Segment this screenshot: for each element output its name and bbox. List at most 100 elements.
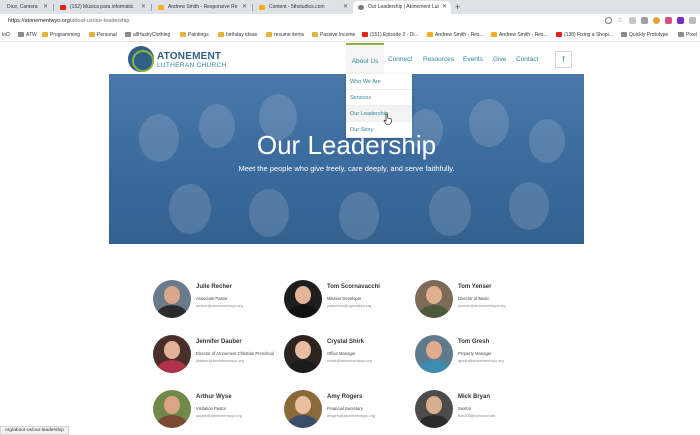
browser-status-bar: org/about-us/our-leadership bbox=[0, 426, 69, 435]
logo-subtitle: LUTHERAN CHURCH bbox=[157, 62, 227, 69]
nav-about-us[interactable]: About Us bbox=[346, 43, 384, 75]
browser-tab-active[interactable]: Our Leadership | Atonement Lut ✕ bbox=[353, 1, 451, 14]
url-path: /about-us/our-leadership bbox=[69, 18, 130, 24]
bookmark-label: Andrew Smith - Res... bbox=[499, 32, 548, 38]
bookmark-label: Personal bbox=[97, 32, 117, 38]
team-member[interactable]: Mick Bryan Sexton bob205@comcast.net bbox=[415, 390, 535, 430]
folder-icon bbox=[266, 32, 272, 37]
close-icon[interactable]: ✕ bbox=[343, 1, 348, 14]
member-email[interactable]: arogers@atonementwyo.org bbox=[327, 414, 375, 418]
bookmark-label: loO bbox=[2, 32, 10, 38]
nav-events[interactable]: Events bbox=[463, 56, 483, 63]
hand-cursor-icon bbox=[383, 113, 392, 125]
bookmark-label: ATW bbox=[26, 32, 37, 38]
menu-item-who-we-are[interactable]: Who We Are bbox=[346, 74, 412, 90]
nav-contact[interactable]: Contact bbox=[516, 56, 538, 63]
close-icon[interactable]: ✕ bbox=[43, 1, 48, 14]
extension-icon[interactable] bbox=[689, 17, 696, 24]
member-role: Director of Music bbox=[458, 296, 490, 301]
member-name: Tom Scornavacchi bbox=[327, 284, 380, 290]
extension-icon[interactable] bbox=[629, 17, 636, 24]
close-icon[interactable]: ✕ bbox=[141, 1, 146, 14]
team-member[interactable]: Crystal Shirk Office Manager cshirk@aton… bbox=[284, 335, 404, 375]
bookmark-item[interactable]: (151) Episode 2 - Di... bbox=[362, 28, 419, 42]
nav-resources[interactable]: Resources bbox=[423, 56, 454, 63]
bookmark-label: Programming bbox=[50, 32, 81, 38]
bookmark-folder[interactable]: Passive Income bbox=[312, 28, 355, 42]
facebook-icon[interactable]: f bbox=[555, 51, 572, 68]
member-email[interactable]: bob205@comcast.net bbox=[458, 414, 495, 418]
url-host: https://atonementwyo.org bbox=[8, 18, 70, 24]
search-icon[interactable] bbox=[605, 17, 612, 24]
team-member[interactable]: Arthur Wyse Visitation Pastor awyse@aton… bbox=[153, 390, 273, 430]
member-name: Tom Yenser bbox=[458, 284, 492, 290]
tab-label: Dice, Camera bbox=[7, 4, 38, 10]
menu-item-our-story[interactable]: Our Story bbox=[346, 122, 412, 138]
member-name: Tom Gresh bbox=[458, 339, 490, 345]
browser-tab[interactable]: (152) Música para informátic ✕ bbox=[55, 1, 150, 14]
nav-connect[interactable]: Connect bbox=[388, 56, 412, 63]
member-name: Crystal Shirk bbox=[327, 339, 365, 345]
menu-item-our-leadership[interactable]: Our Leadership bbox=[346, 106, 412, 122]
avatar bbox=[284, 335, 322, 373]
extension-icon[interactable] bbox=[653, 17, 660, 24]
url-text[interactable]: https://atonementwyo.org/about-us/our-le… bbox=[8, 14, 129, 28]
cross-emblem-icon bbox=[128, 46, 154, 72]
team-member[interactable]: Tom Yenser Director of Music tyenser@ato… bbox=[415, 280, 535, 320]
member-email[interactable]: tgresh@atonementwyo.org bbox=[458, 359, 504, 363]
member-email[interactable]: pastortom@cgministry.org bbox=[327, 304, 371, 308]
member-email[interactable]: jdauber@atonementwyo.org bbox=[196, 359, 244, 363]
address-bar[interactable]: https://atonementwyo.org/about-us/our-le… bbox=[0, 14, 700, 28]
browser-tab[interactable]: Andrew Smith - Responsive Re ✕ bbox=[153, 1, 251, 14]
member-email[interactable]: jrecher@atonementwyo.org bbox=[196, 304, 243, 308]
youtube-icon bbox=[362, 32, 368, 37]
folder-icon bbox=[42, 32, 48, 37]
member-email[interactable]: tyenser@atonementwyo.org bbox=[458, 304, 506, 308]
close-icon[interactable]: ✕ bbox=[242, 1, 247, 14]
folder-icon bbox=[180, 32, 186, 37]
tab-label: (152) Música para informátic bbox=[70, 4, 134, 10]
star-icon[interactable]: ☆ bbox=[617, 17, 624, 24]
bookmark-label: (151) Episode 2 - Di... bbox=[370, 32, 419, 38]
team-member[interactable]: Jennifer Dauber Director of Atonement Ch… bbox=[153, 335, 274, 375]
bookmark-item[interactable]: ATW bbox=[18, 28, 37, 42]
extension-icon[interactable] bbox=[665, 17, 672, 24]
team-member[interactable]: Amy Rogers Financial Secretary arogers@a… bbox=[284, 390, 404, 430]
member-name: Jennifer Dauber bbox=[196, 339, 242, 345]
bookmark-item[interactable]: Quickly Prototype bbox=[621, 28, 668, 42]
bookmark-label: resume items bbox=[274, 32, 305, 38]
folder-icon bbox=[218, 32, 224, 37]
team-member[interactable]: Tom Scornavacchi Mission Developer pasto… bbox=[284, 280, 404, 320]
youtube-icon bbox=[60, 5, 66, 10]
bookmark-folder[interactable]: resume items bbox=[266, 28, 304, 42]
youtube-icon bbox=[556, 32, 562, 37]
bookmark-item[interactable]: (138) Fixing a Shopi... bbox=[556, 28, 613, 42]
member-role: Property Manager bbox=[458, 351, 492, 356]
extension-icon[interactable] bbox=[641, 17, 648, 24]
close-icon[interactable]: ✕ bbox=[442, 1, 447, 14]
member-email[interactable]: cshirk@atonementwyo.org bbox=[327, 359, 372, 363]
bookmark-folder[interactable]: Programming bbox=[42, 28, 80, 42]
logo-title: ATONEMENT bbox=[157, 51, 222, 62]
bookmark-item[interactable]: Pixel bbox=[678, 28, 697, 42]
member-email[interactable]: awyse@atonementwyo.org bbox=[196, 414, 242, 418]
bookmark-item[interactable]: Andrew Smith - Res... bbox=[427, 28, 484, 42]
member-name: Julie Recher bbox=[196, 284, 232, 290]
bookmark-item[interactable]: Andrew Smith - Res... bbox=[491, 28, 548, 42]
browser-tab[interactable]: Dice, Camera ✕ bbox=[0, 1, 52, 14]
bookmark-item[interactable]: allHuskyClothing bbox=[125, 28, 170, 42]
team-member[interactable]: Tom Gresh Property Manager tgresh@atonem… bbox=[415, 335, 535, 375]
bookmark-folder[interactable]: Paintings bbox=[180, 28, 209, 42]
avatar bbox=[153, 280, 191, 318]
extension-icon[interactable] bbox=[677, 17, 684, 24]
bookmark-item[interactable]: loO bbox=[0, 28, 10, 42]
menu-item-services[interactable]: Services bbox=[346, 90, 412, 106]
bookmark-folder[interactable]: birthday ideas bbox=[218, 28, 257, 42]
bookmark-label: birthday ideas bbox=[226, 32, 258, 38]
new-tab-button[interactable]: + bbox=[455, 0, 460, 14]
nav-give[interactable]: Give bbox=[493, 56, 506, 63]
church-logo[interactable]: ATONEMENT LUTHERAN CHURCH bbox=[128, 46, 226, 72]
team-member[interactable]: Julie Recher Associate Pastor jrecher@at… bbox=[153, 280, 273, 320]
browser-tab[interactable]: Content - 5thstudios.com ✕ bbox=[254, 1, 352, 14]
bookmark-folder[interactable]: Personal bbox=[89, 28, 117, 42]
